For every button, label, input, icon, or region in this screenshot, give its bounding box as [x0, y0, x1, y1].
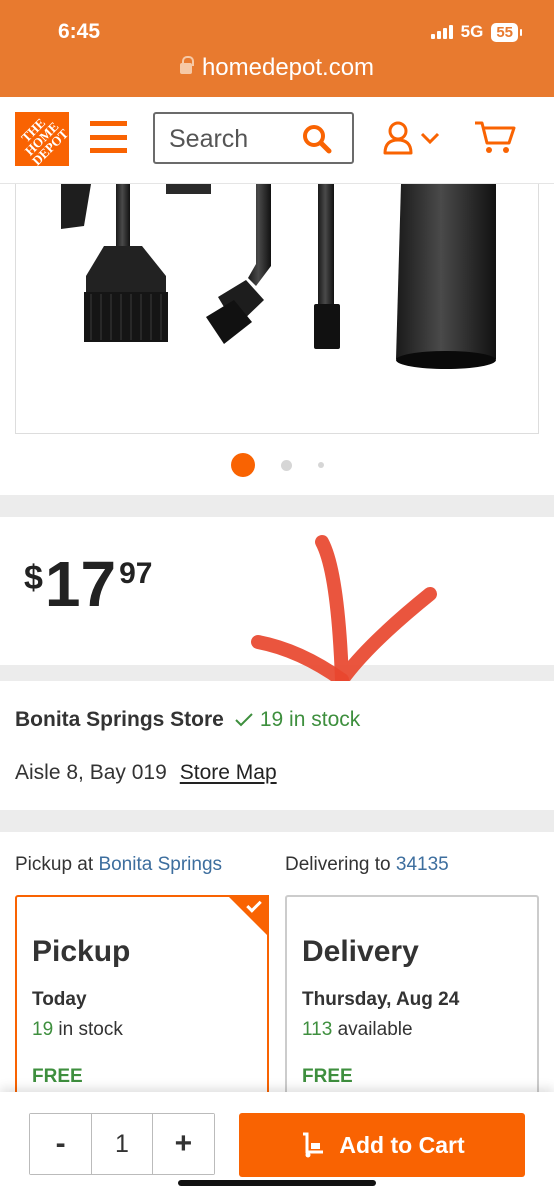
option-price: FREE: [32, 1066, 83, 1087]
option-when: Today: [32, 989, 87, 1010]
option-count-suffix: in stock: [58, 1019, 123, 1040]
browser-chrome: 6:45 5G 55 homedepot.com: [0, 0, 554, 97]
product-image[interactable]: [15, 184, 539, 434]
price-cents: 97: [119, 557, 153, 590]
hand-truck-icon: [303, 1132, 324, 1158]
pickup-store-link[interactable]: Bonita Springs: [98, 854, 222, 875]
option-price: FREE: [302, 1066, 353, 1087]
decrement-button[interactable]: -: [30, 1114, 92, 1174]
home-depot-logo[interactable]: THE HOME DEPOT: [15, 112, 71, 168]
add-to-cart-button[interactable]: Add to Cart: [239, 1113, 525, 1177]
option-title: Delivery: [302, 935, 419, 968]
delivery-zip-link[interactable]: 34135: [396, 854, 449, 875]
increment-button[interactable]: +: [152, 1114, 214, 1174]
cart-icon[interactable]: [474, 119, 516, 155]
product-gallery: [0, 184, 554, 495]
aisle-location: Aisle 8, Bay 019: [15, 761, 167, 784]
option-count: 113: [302, 1019, 333, 1040]
store-stock: 19 in stock: [234, 708, 360, 732]
delivery-location-label: Delivering to 34135: [285, 854, 449, 876]
home-indicator: [178, 1180, 376, 1186]
battery-icon: 55: [491, 22, 522, 42]
price-currency: $: [24, 559, 43, 597]
menu-icon[interactable]: [90, 121, 127, 153]
checkmark-icon: [235, 713, 253, 727]
pickup-location-label: Pickup at Bonita Springs: [15, 854, 222, 876]
store-name: Bonita Springs Store: [15, 708, 224, 731]
logo-text: THE HOME DEPOT: [18, 115, 72, 169]
site-header: THE HOME DEPOT: [0, 97, 554, 184]
account-icon: [383, 121, 413, 155]
store-map-link[interactable]: Store Map: [180, 761, 277, 785]
search-box[interactable]: [153, 112, 354, 164]
search-icon[interactable]: [302, 124, 332, 154]
price-card: $ 17 97: [0, 517, 554, 687]
red-arrow-annotation: [251, 535, 437, 687]
status-time: 6:45: [58, 20, 101, 43]
selected-corner: [227, 895, 269, 937]
gallery-dot[interactable]: [230, 453, 255, 477]
add-to-cart-label: Add to Cart: [339, 1131, 465, 1158]
pickup-prefix: Pickup at: [15, 854, 94, 875]
chevron-down-icon: [420, 132, 440, 144]
quantity-value[interactable]: 1: [91, 1114, 153, 1174]
option-count: 19: [32, 1019, 54, 1040]
option-availability: 19 in stock: [32, 1019, 123, 1041]
delivery-prefix: Delivering to: [285, 854, 391, 875]
vacuum-attachments-image: [61, 184, 496, 369]
store-stock-text: 19 in stock: [259, 708, 361, 731]
signal-icon: [430, 25, 453, 39]
option-title: Pickup: [32, 935, 131, 968]
status-indicators: 5G 55: [430, 22, 522, 42]
option-availability: 113 available: [302, 1019, 413, 1041]
quantity-stepper: - 1 +: [29, 1113, 215, 1175]
search-input[interactable]: [169, 125, 299, 154]
store-line: Bonita Springs Store 19 in stock: [15, 708, 360, 732]
gallery-dots: [0, 453, 554, 477]
network-label: 5G: [460, 22, 484, 41]
product-price: $ 17 97: [24, 548, 153, 620]
store-availability: Bonita Springs Store 19 in stock Aisle 8…: [0, 681, 554, 810]
gallery-dot[interactable]: [280, 459, 292, 471]
gallery-dot[interactable]: [317, 462, 324, 468]
account-button[interactable]: [382, 121, 440, 155]
price-dollars: 17: [44, 548, 117, 620]
address-bar[interactable]: homedepot.com: [0, 54, 554, 82]
option-when: Thursday, Aug 24: [302, 989, 460, 1010]
fulfillment-options: Pickup at Bonita Springs Delivering to 3…: [0, 832, 554, 1135]
aisle-line: Aisle 8, Bay 019 Store Map: [15, 761, 277, 785]
url-text: homedepot.com: [201, 54, 375, 81]
lock-icon: [179, 56, 194, 74]
option-count-suffix: available: [337, 1019, 413, 1040]
